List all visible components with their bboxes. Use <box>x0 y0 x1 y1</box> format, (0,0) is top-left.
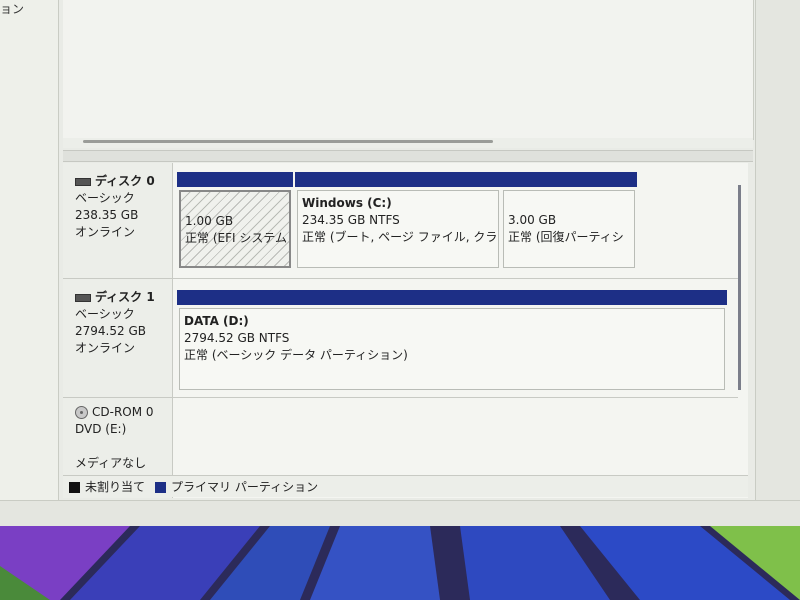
partition-data-d-body[interactable]: DATA (D:) 2794.52 GB NTFS 正常 (ベーシック データ … <box>179 308 725 390</box>
legend-unallocated: 未割り当て <box>69 478 145 495</box>
partition-data-d-size: 2794.52 GB NTFS <box>184 331 290 345</box>
cdrom-name-text: CD-ROM 0 <box>92 405 154 419</box>
legend-primary-label: プライマリ パーティション <box>171 480 319 494</box>
partition-recovery-body[interactable]: 3.00 GB 正常 (回復パーティシ <box>503 190 635 268</box>
partition-windows-c-bar <box>295 172 501 187</box>
legend: 未割り当て プライマリ パーティション <box>63 475 748 497</box>
disk-1-type: ベーシック <box>75 307 135 321</box>
disk-0-type: ベーシック <box>75 191 135 205</box>
disk-1-label[interactable]: ディスク 1 ベーシック 2794.52 GB オンライン <box>63 279 173 397</box>
primary-partition-swatch <box>155 482 167 493</box>
partition-recovery-bar <box>501 172 637 187</box>
disk-graph-vscroll[interactable] <box>738 185 741 390</box>
cdrom-media: メディアなし <box>75 456 147 470</box>
partition-data-d[interactable]: DATA (D:) 2794.52 GB NTFS 正常 (ベーシック データ … <box>177 290 727 393</box>
disk-1-size: 2794.52 GB <box>75 324 146 338</box>
partition-windows-c[interactable]: Windows (C:) 234.35 GB NTFS 正常 (ブート, ページ… <box>295 172 501 271</box>
partition-recovery[interactable]: 3.00 GB 正常 (回復パーティシ <box>501 172 637 271</box>
hard-disk-icon <box>75 293 91 302</box>
unallocated-swatch <box>69 482 80 493</box>
legend-primary: プライマリ パーティション <box>155 478 318 495</box>
legend-unallocated-label: 未割り当て <box>85 480 146 494</box>
partition-data-d-bar <box>177 290 727 305</box>
cd-rom-icon <box>75 406 88 419</box>
disk-0-status: オンライン <box>75 225 136 239</box>
left-panel-cut-text: ョン <box>0 2 25 16</box>
disk-1-status: オンライン <box>75 341 136 355</box>
disk-0-label[interactable]: ディスク 0 ベーシック 238.35 GB オンライン <box>63 163 173 278</box>
volume-list-pane[interactable] <box>63 0 754 140</box>
partition-recovery-size: 3.00 GB <box>508 213 557 227</box>
disk-1-name: ディスク 1 <box>75 289 172 306</box>
partition-efi[interactable]: 1.00 GB 正常 (EFI システム <box>177 172 293 271</box>
disk-row-0: ディスク 0 ベーシック 238.35 GB オンライン 1.00 GB 正常 … <box>63 163 738 279</box>
partition-recovery-status: 正常 (回復パーティシ <box>508 230 624 244</box>
partition-data-d-title: DATA (D:) <box>184 314 249 328</box>
partition-efi-bar <box>177 172 293 187</box>
hard-disk-icon <box>75 177 91 186</box>
cdrom-drive: DVD (E:) <box>75 422 127 436</box>
disk-0-name-text: ディスク 0 <box>95 174 155 188</box>
disk-graph-pane: ディスク 0 ベーシック 238.35 GB オンライン 1.00 GB 正常 … <box>63 163 748 498</box>
partition-windows-c-status: 正常 (ブート, ページ ファイル, クラッシ <box>302 230 498 244</box>
right-panel <box>755 0 800 505</box>
disk-1-name-text: ディスク 1 <box>95 290 155 304</box>
desk-background <box>0 526 800 600</box>
left-panel: ョン <box>0 0 59 512</box>
disk-0-size: 238.35 GB <box>75 208 139 222</box>
partition-efi-status: 正常 (EFI システム <box>185 231 287 245</box>
disk-row-1: ディスク 1 ベーシック 2794.52 GB オンライン DATA (D:) … <box>63 279 738 398</box>
status-bar <box>0 500 800 529</box>
disk-0-name: ディスク 0 <box>75 173 172 190</box>
volume-list-hscroll-thumb[interactable] <box>83 140 493 143</box>
partition-efi-body[interactable]: 1.00 GB 正常 (EFI システム <box>179 190 291 268</box>
partition-windows-c-body[interactable]: Windows (C:) 234.35 GB NTFS 正常 (ブート, ページ… <box>297 190 499 268</box>
pane-splitter[interactable] <box>63 150 753 162</box>
desk-background-art <box>0 526 800 600</box>
partition-data-d-status: 正常 (ベーシック データ パーティション) <box>184 348 408 362</box>
partition-efi-size: 1.00 GB <box>185 214 234 228</box>
partition-windows-c-size: 234.35 GB NTFS <box>302 213 400 227</box>
cdrom-name: CD-ROM 0 <box>75 404 172 421</box>
partition-windows-c-title: Windows (C:) <box>302 196 392 210</box>
